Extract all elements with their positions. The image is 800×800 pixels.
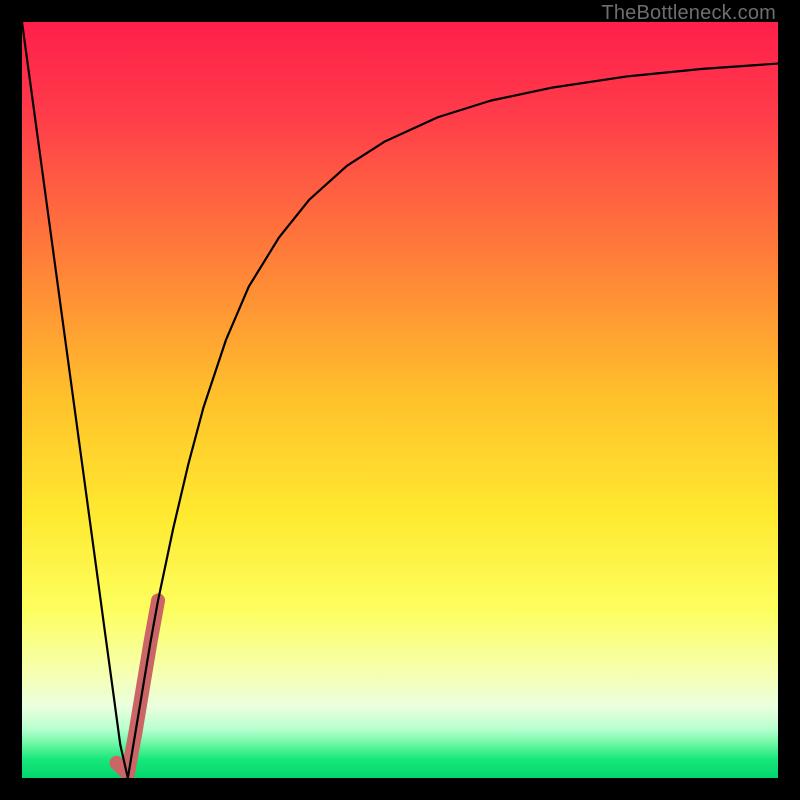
chart-svg (22, 22, 778, 778)
watermark-label: TheBottleneck.com (601, 2, 776, 25)
plot-area (22, 22, 778, 778)
chart-frame: TheBottleneck.com (0, 0, 800, 800)
